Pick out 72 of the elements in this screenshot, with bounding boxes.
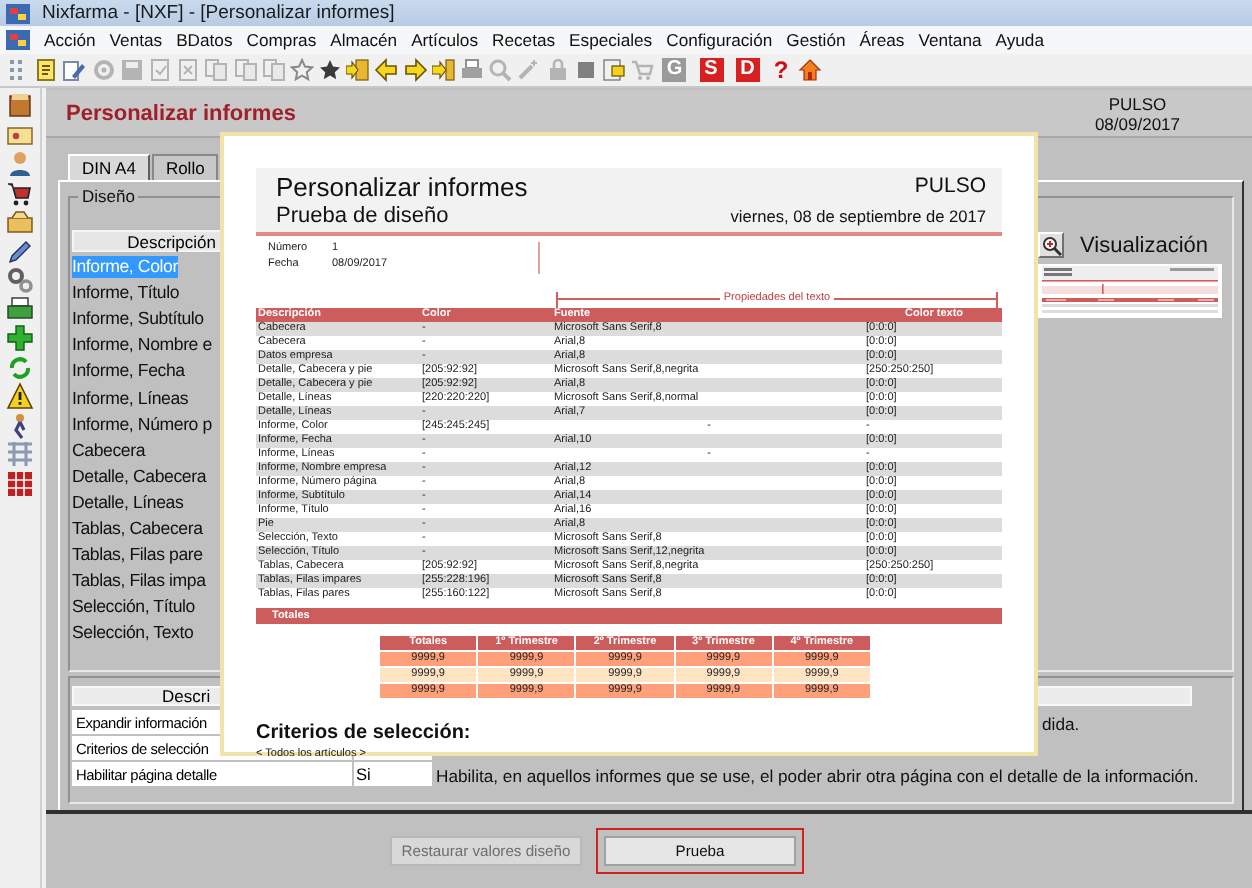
box-icon[interactable] [6,208,34,236]
app-icon [6,1,30,25]
company-name: PULSO [912,172,986,202]
toolbar-button[interactable]: D [735,58,760,82]
description-text: dida. [1040,713,1080,733]
menu-item[interactable]: Configuración [666,30,773,50]
menu-item[interactable]: Ventas [109,30,163,50]
menu-item[interactable]: Recetas [492,30,556,50]
group-label: Diseño [80,186,137,206]
edit-icon[interactable] [62,58,87,82]
app-icon[interactable] [6,28,30,52]
preview-label: Visualización [1080,233,1209,257]
menu-item[interactable]: Artículos [411,30,479,50]
window-title: Nixfarma - [NXF] - [Personalizar informes] [42,2,395,24]
help-button[interactable]: ? [773,58,789,82]
tab[interactable]: Rollo [151,154,219,180]
book-icon[interactable] [6,92,34,120]
menu-item[interactable]: Especiales [569,30,653,50]
list-item[interactable]: Cabecera [72,439,146,462]
printer-icon[interactable] [6,295,34,323]
arrow-left-icon[interactable] [374,58,399,82]
list-item[interactable]: Tablas, Filas impa [72,570,206,593]
star-icon[interactable] [289,58,314,82]
toolbar-button[interactable]: S [699,58,723,82]
company-name: PULSO [1108,93,1167,113]
table-cell: Si [352,762,432,788]
menu-item[interactable]: Gestión [786,30,846,50]
date-label: viernes, 08 de septiembre de 2017 [730,204,986,230]
arrow-right-icon[interactable] [403,58,428,82]
pencil-icon[interactable] [6,237,34,265]
list-item[interactable]: Informe, Líneas [72,387,189,410]
cart-icon[interactable] [6,179,34,207]
gears-icon[interactable] [6,266,34,294]
plus-icon[interactable] [6,324,34,352]
arrow-in-icon[interactable] [431,58,456,82]
menu-item[interactable]: Áreas [859,30,905,50]
list-item[interactable]: Detalle, Cabecera [72,465,207,488]
list-item[interactable]: Informe, Fecha [72,360,185,383]
document-icon[interactable] [601,58,626,82]
zoom-button[interactable] [1038,232,1064,258]
square-icon[interactable] [573,58,598,82]
menu-item[interactable]: BDatos [176,30,233,50]
warning-icon[interactable] [6,382,34,410]
menu-item[interactable]: Ventana [918,30,982,50]
menu-item[interactable]: Almacén [330,30,398,50]
list-item[interactable]: Informe, Número p [72,413,212,436]
description-text: Habilita, en aquellos informes que se use, el poder abrir otra página con el detalle de la información. [434,765,1199,785]
report-title: Personalizar informes [276,172,528,202]
column-header: Descripción [72,230,222,252]
document-icon[interactable] [34,58,59,82]
list-item[interactable]: Selección, Título [72,596,195,619]
list-item[interactable]: Tablas, Filas pare [72,544,203,567]
form-title: Personalizar informes [66,101,296,125]
star-icon[interactable] [318,58,343,82]
column-header: Descri [162,686,211,706]
list-item[interactable]: Informe, Título [72,282,180,305]
zoom-in-icon [1041,235,1061,255]
person-icon[interactable] [6,150,34,178]
menu-item[interactable]: Ayuda [995,30,1044,50]
door-arrow-icon[interactable] [346,58,371,82]
menu-item[interactable]: Acción [44,30,96,50]
report-subtitle: Prueba de diseño [276,202,451,232]
card-icon[interactable] [6,121,34,149]
list-item[interactable]: Detalle, Líneas [72,491,184,514]
house-icon[interactable] [798,58,823,82]
list-item[interactable]: Tablas, Cabecera [72,517,203,540]
list-item[interactable]: Informe, Subtítulo [72,308,204,331]
list-item[interactable]: Selección, Texto [72,622,194,645]
tab[interactable]: DIN A4 [68,154,150,180]
date-label: 08/09/2017 [1094,113,1180,133]
list-item[interactable]: Informe, Nombre e [72,334,212,357]
menu-item[interactable]: Compras [246,30,317,50]
